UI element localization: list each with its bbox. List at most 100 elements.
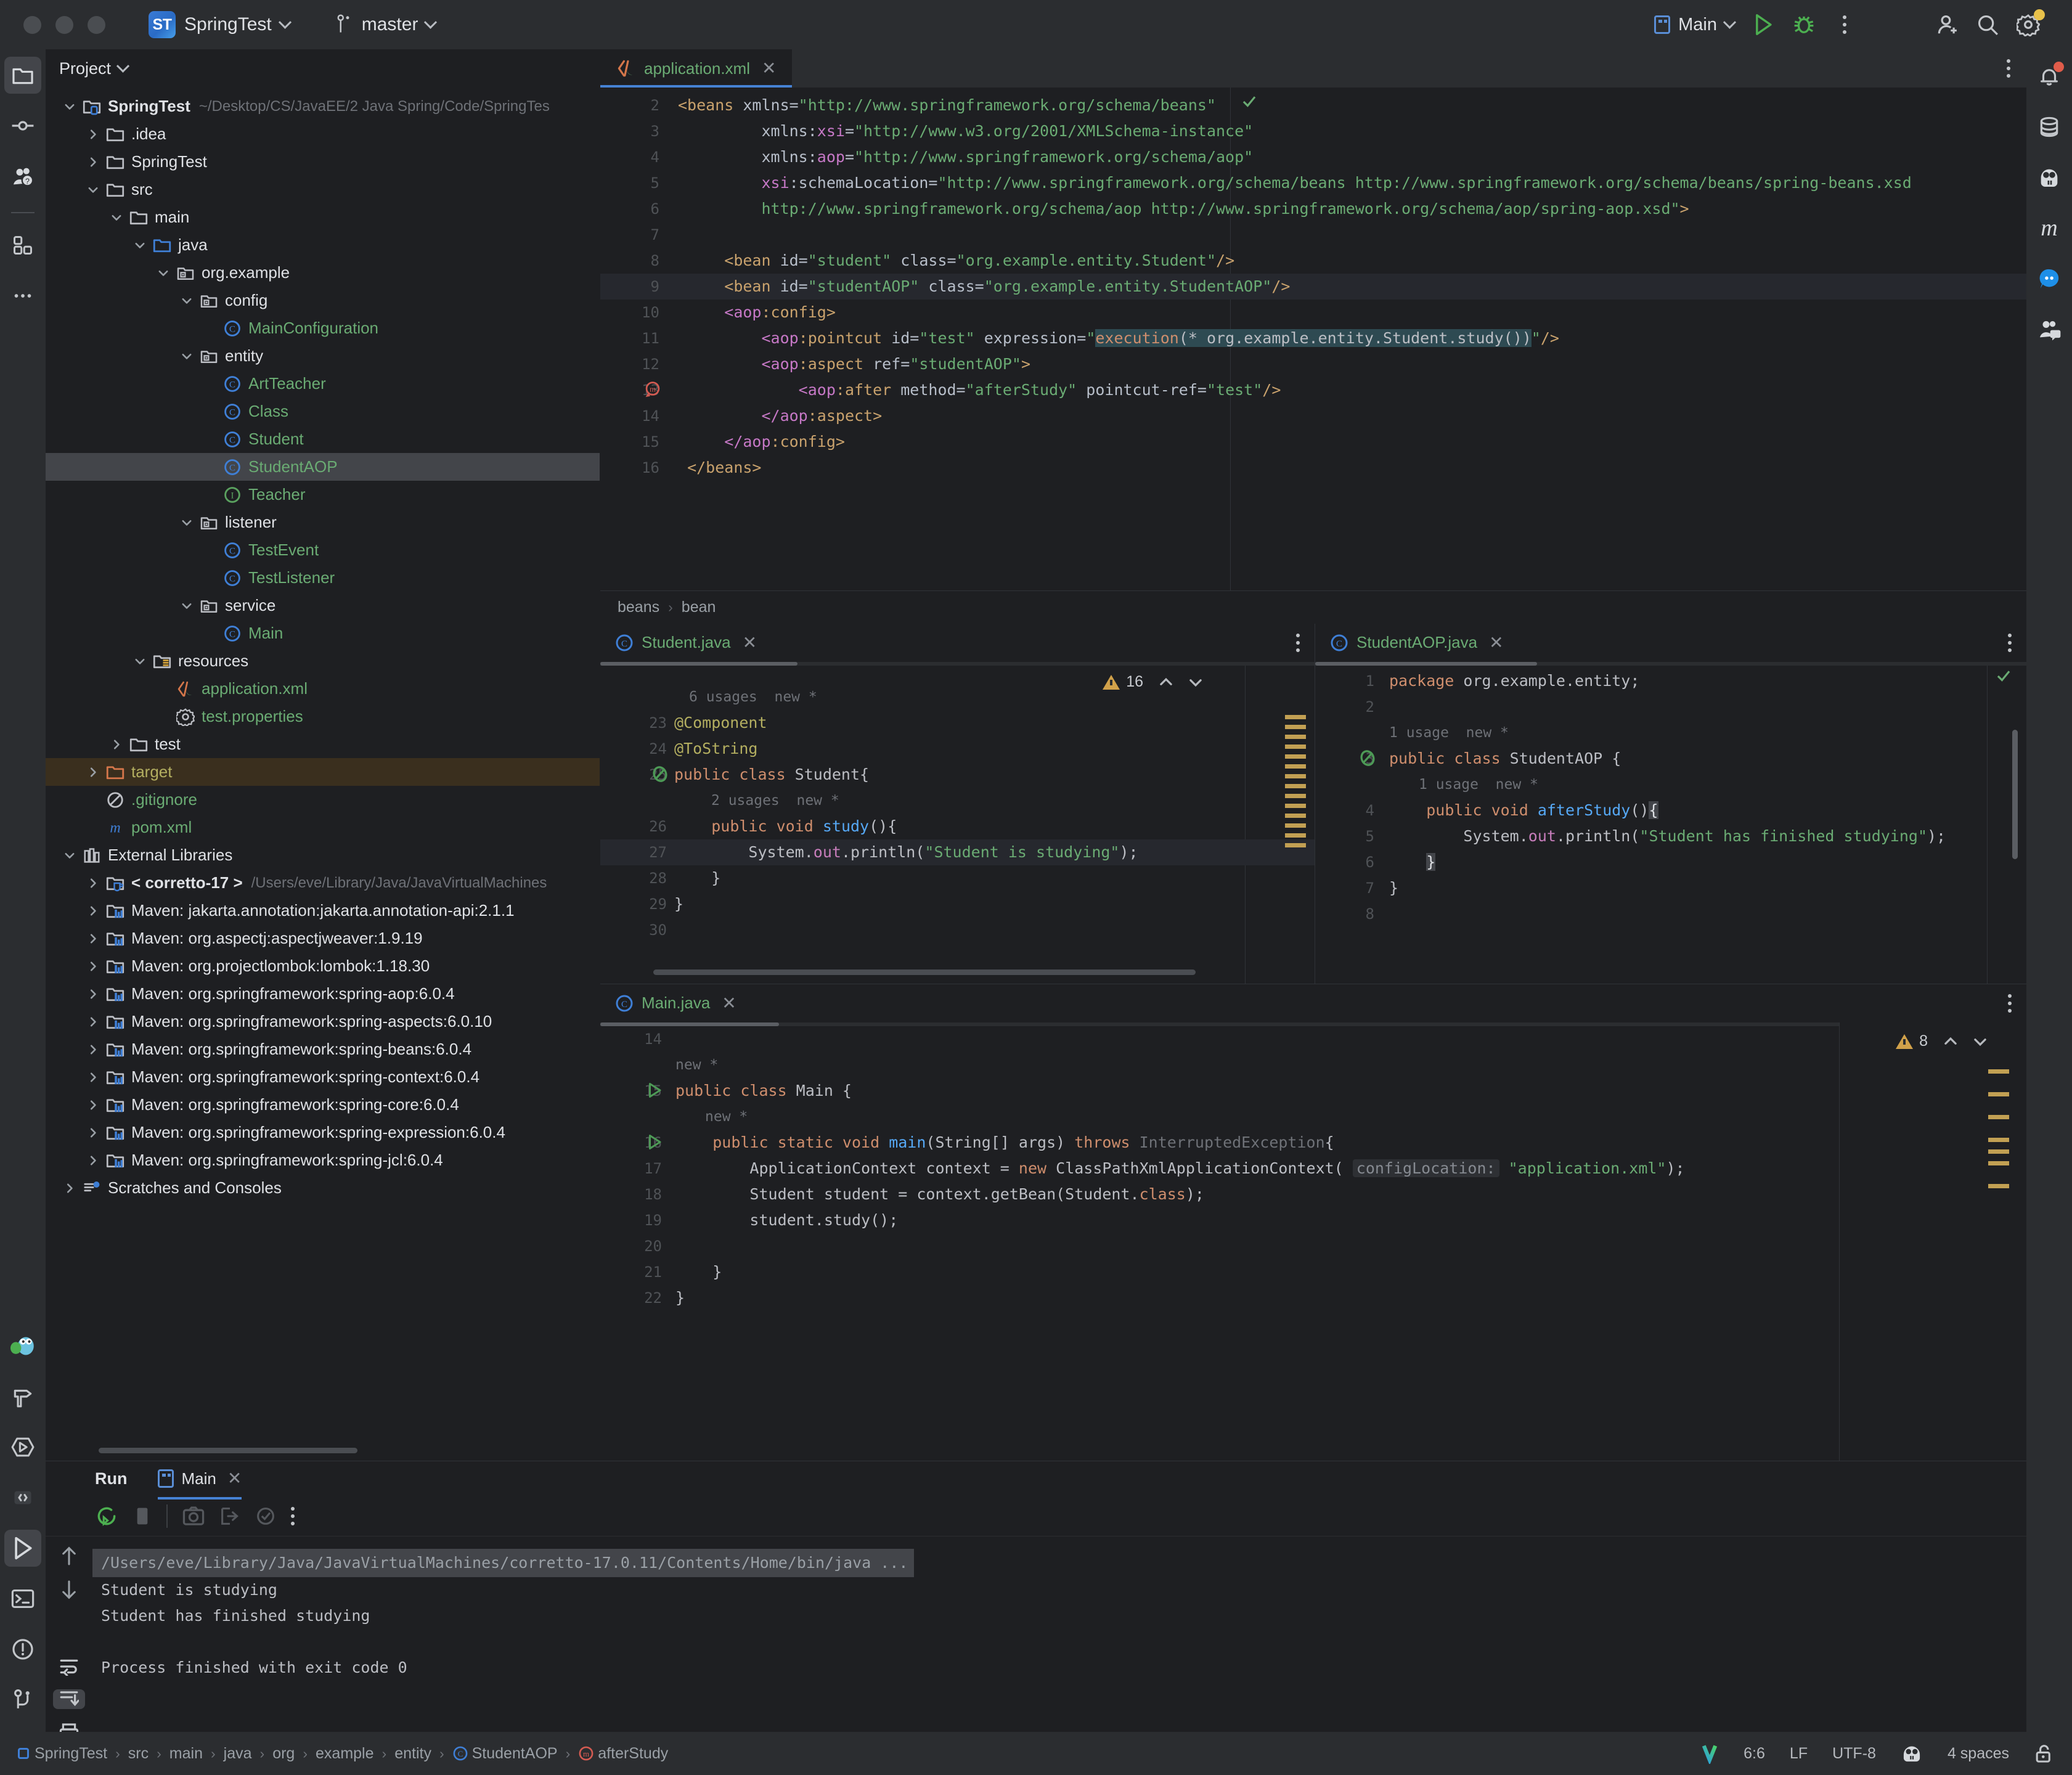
- code-line[interactable]: System.out.println("Student has finished…: [1389, 823, 1946, 849]
- pane-top-scrollbar-thumb[interactable]: [600, 1022, 779, 1026]
- tree-node-target[interactable]: target: [46, 758, 600, 786]
- tree-expand-arrow[interactable]: [106, 738, 127, 751]
- caret-position[interactable]: 6:6: [1744, 1745, 1765, 1763]
- student-warning-badge[interactable]: 16: [1103, 673, 1204, 691]
- sidebar-item-database[interactable]: [2031, 108, 2068, 145]
- code-line[interactable]: student.study();: [675, 1207, 898, 1233]
- close-tab-icon[interactable]: ✕: [1489, 634, 1503, 651]
- tree-node-testlistener[interactable]: CTestListener: [46, 564, 600, 592]
- status-breadcrumb-studentaop[interactable]: CStudentAOP: [452, 1745, 558, 1763]
- tree-node-corretto-17[interactable]: < corretto-17 >/Users/eve/Library/Java/J…: [46, 869, 600, 897]
- tree-node-resources[interactable]: resources: [46, 647, 600, 675]
- close-tab-icon[interactable]: ✕: [743, 634, 757, 651]
- next-problem-button[interactable]: [1188, 674, 1204, 690]
- code-line[interactable]: <aop:config>: [678, 300, 836, 325]
- close-tab-icon[interactable]: ✕: [762, 60, 776, 77]
- tree-node-mainconfiguration[interactable]: CMainConfiguration: [46, 314, 600, 342]
- code-line[interactable]: }: [1389, 875, 1398, 901]
- code-line[interactable]: }: [674, 891, 683, 917]
- main-warning-badge[interactable]: 8: [1896, 1032, 1988, 1050]
- add-user-button[interactable]: [1927, 4, 1967, 45]
- search-everywhere-button[interactable]: [1967, 4, 2008, 45]
- sidebar-item-problems[interactable]: [4, 1631, 41, 1668]
- line-separator[interactable]: LF: [1790, 1745, 1808, 1763]
- code-line[interactable]: public class StudentAOP {: [1389, 746, 1621, 772]
- close-tab-icon[interactable]: ✕: [227, 1470, 242, 1487]
- filter-button[interactable]: [255, 1506, 276, 1527]
- tree-node-teacher[interactable]: ITeacher: [46, 481, 600, 508]
- sidebar-item-run[interactable]: [4, 1530, 41, 1567]
- previous-problem-button[interactable]: [1158, 674, 1174, 690]
- close-tab-icon[interactable]: ✕: [722, 995, 736, 1012]
- tree-node-main[interactable]: main: [46, 203, 600, 231]
- minimize-window-button[interactable]: [55, 16, 73, 34]
- run-configuration-selector[interactable]: Main: [1646, 10, 1743, 40]
- code-line[interactable]: Student student = context.getBean(Studen…: [675, 1181, 1204, 1207]
- tree-expand-arrow[interactable]: [83, 1098, 104, 1112]
- sidebar-item-chat[interactable]: [2031, 260, 2068, 297]
- close-window-button[interactable]: [23, 16, 41, 34]
- tree-expand-arrow[interactable]: [83, 932, 104, 945]
- pane-top-scrollbar-thumb[interactable]: [600, 662, 797, 666]
- next-problem-button[interactable]: [1972, 1034, 1988, 1050]
- tree-node-src[interactable]: src: [46, 176, 600, 203]
- file-encoding[interactable]: UTF-8: [1832, 1745, 1876, 1763]
- code-line[interactable]: ApplicationContext context = new ClassPa…: [675, 1156, 1685, 1181]
- code-line[interactable]: }: [1389, 849, 1435, 875]
- tree-node-org-example[interactable]: org.example: [46, 259, 600, 287]
- tree-expand-arrow[interactable]: [129, 239, 150, 252]
- tree-node-maven-org-springframework-spring-context-6-0-4[interactable]: Maven: org.springframework:spring-contex…: [46, 1063, 600, 1091]
- pane-top-scrollbar-thumb[interactable]: [1315, 662, 1537, 666]
- code-line[interactable]: <aop:pointcut id="test" expression="exec…: [678, 325, 1559, 351]
- tree-node-artteacher[interactable]: CArtTeacher: [46, 370, 600, 398]
- code-line[interactable]: @Component: [674, 710, 767, 736]
- tree-node-scratches-and-consoles[interactable]: Scratches and Consoles: [46, 1174, 600, 1202]
- breadcrumb-beans[interactable]: beans: [618, 598, 659, 616]
- sidebar-item-structure[interactable]: [4, 1479, 41, 1516]
- tree-expand-arrow[interactable]: [83, 155, 104, 169]
- tree-expand-arrow[interactable]: [59, 1181, 80, 1195]
- export-button[interactable]: [219, 1506, 240, 1527]
- gutter-method-marker[interactable]: m: [643, 380, 662, 399]
- sidebar-item-code-with-me[interactable]: [2031, 311, 2068, 348]
- more-options-button[interactable]: [1824, 4, 1865, 45]
- tree-expand-arrow[interactable]: [176, 349, 197, 363]
- code-line[interactable]: System.out.println("Student is studying"…: [674, 839, 1138, 865]
- code-line[interactable]: xmlns:xsi="http://www.w3.org/2001/XMLSch…: [678, 118, 1253, 144]
- tree-expand-arrow[interactable]: [176, 599, 197, 613]
- gutter-bean-marker[interactable]: [651, 765, 669, 783]
- window-controls[interactable]: [0, 16, 105, 34]
- project-tree-scrollbar[interactable]: [99, 1448, 357, 1453]
- run-tab-main[interactable]: Main ✕: [148, 1466, 251, 1492]
- tree-expand-arrow[interactable]: [83, 876, 104, 890]
- tree-expand-arrow[interactable]: [153, 266, 174, 280]
- code-line[interactable]: @ToString: [674, 736, 757, 762]
- tab-student-java[interactable]: C Student.java ✕: [615, 633, 757, 652]
- tree-expand-arrow[interactable]: [83, 1071, 104, 1084]
- code-line[interactable]: </aop:config>: [678, 429, 845, 455]
- tab-application-xml[interactable]: application.xml ✕: [600, 49, 792, 88]
- main-pane-options[interactable]: [2008, 994, 2012, 1013]
- sidebar-item-pull-requests[interactable]: ?: [4, 158, 41, 195]
- code-line[interactable]: xmlns:aop="http://www.springframework.or…: [678, 144, 1253, 170]
- project-selector[interactable]: ST SpringTest: [142, 7, 296, 42]
- code-line[interactable]: <bean id="studentAOP" class="org.example…: [678, 274, 1290, 300]
- tree-node-listener[interactable]: listener: [46, 508, 600, 536]
- tree-node-maven-org-springframework-spring-aspects-6-0-10[interactable]: Maven: org.springframework:spring-aspect…: [46, 1008, 600, 1035]
- code-line[interactable]: <aop:after method="afterStudy" pointcut-…: [678, 377, 1281, 403]
- tree-node-entity[interactable]: entity: [46, 342, 600, 370]
- status-breadcrumb-main[interactable]: main: [169, 1745, 203, 1763]
- tree-node-idea[interactable]: .idea: [46, 120, 600, 148]
- status-breadcrumb-src[interactable]: src: [128, 1745, 149, 1763]
- code-line[interactable]: </beans>: [678, 455, 761, 481]
- console-output[interactable]: /Users/eve/Library/Java/JavaVirtualMachi…: [92, 1536, 2026, 1732]
- next-occurrence-button[interactable]: [53, 1580, 85, 1601]
- tree-node-maven-org-springframework-spring-core-6-0-4[interactable]: Maven: org.springframework:spring-core:6…: [46, 1091, 600, 1119]
- editor-options-button[interactable]: [2007, 49, 2026, 88]
- lock-icon[interactable]: [2034, 1743, 2054, 1764]
- indent-setting[interactable]: 4 spaces: [1948, 1745, 2009, 1763]
- tree-expand-arrow[interactable]: [83, 904, 104, 918]
- tree-node-application-xml[interactable]: application.xml: [46, 675, 600, 703]
- tree-node-maven-org-springframework-spring-aop-6-0-4[interactable]: Maven: org.springframework:spring-aop:6.…: [46, 980, 600, 1008]
- code-line[interactable]: <aop:aspect ref="studentAOP">: [678, 351, 1030, 377]
